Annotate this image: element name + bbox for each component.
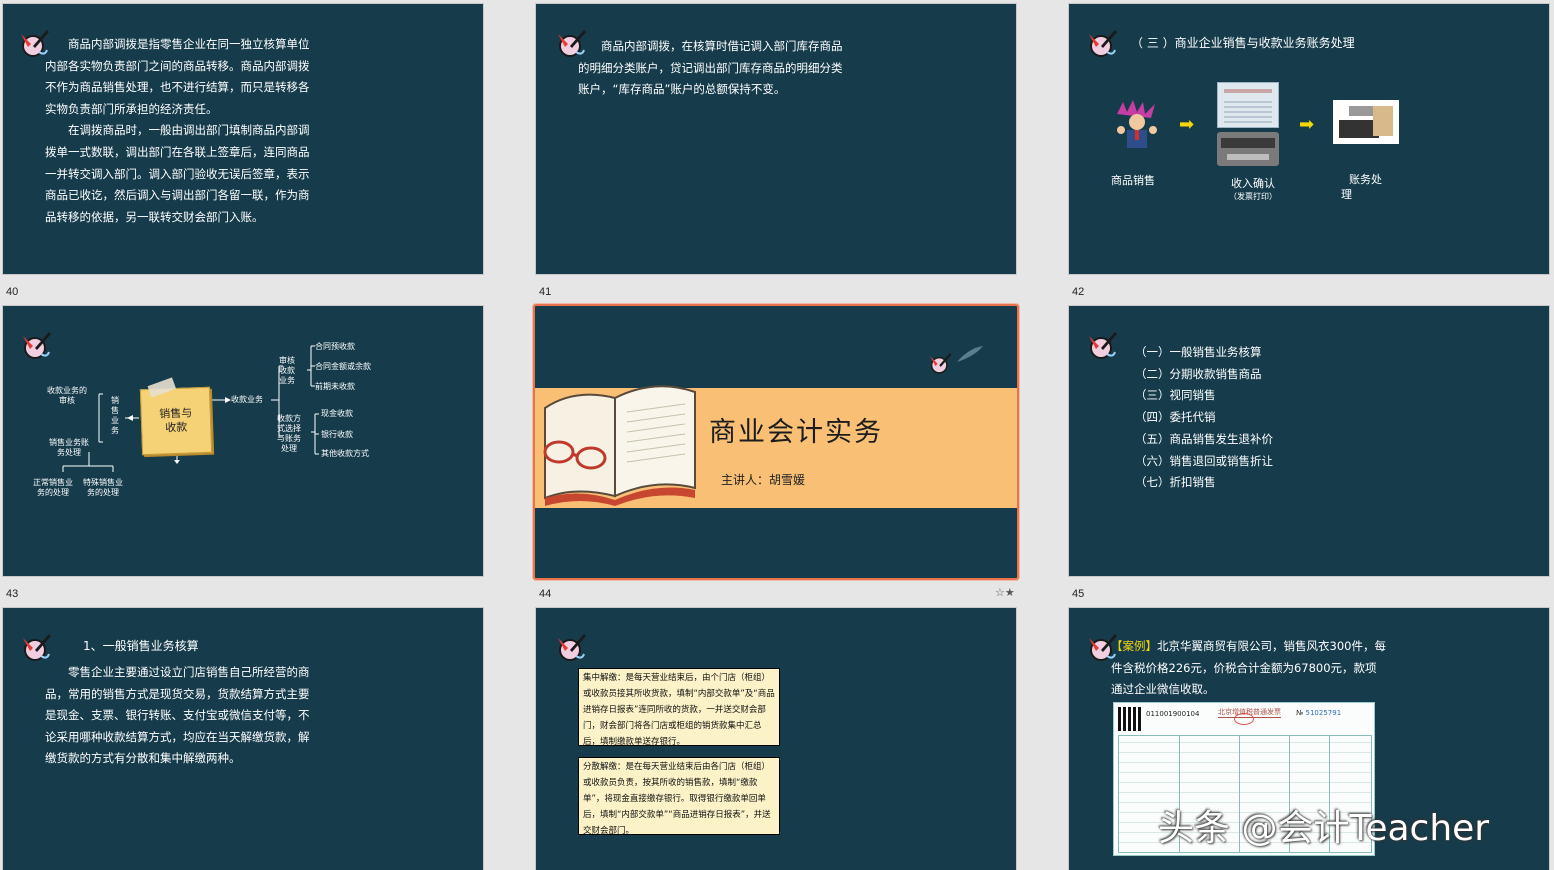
printer-illustration [1217, 132, 1279, 166]
slide-number: 42 [1072, 286, 1085, 298]
paragraph: 在调拨商品时，一般由调出部门填制商品内部调拨单一式数联，调出部门在各联上签章后，… [45, 123, 310, 224]
slide-number: 45 [1072, 588, 1085, 600]
quill-logo-icon [558, 634, 586, 661]
presentation-title: 商业会计实务 [709, 417, 883, 448]
mindmap-node-review: 收款业务的 审核 [47, 386, 87, 405]
slide-thumbnail-42[interactable]: （ 三 ）商业企业销售与收款业务账务处理 ➡ ➡ 商品销售 收入确认 （发票打印… [1068, 3, 1550, 275]
mindmap-node-collection: 收款业务 [231, 395, 263, 404]
invoice-code: 011001900104 [1146, 710, 1200, 718]
slide-number: 43 [6, 588, 19, 600]
paragraph: 零售企业主要通过设立门店销售自己所经营的商品，常用的销售方式是现货交易，货款结算… [45, 665, 310, 766]
slide-thumbnail-46[interactable]: 1、一般销售业务核算 零售企业主要通过设立门店销售自己所经营的商品，常用的销售方… [2, 607, 484, 870]
slide-transition-star-icon[interactable]: ☆★ [995, 586, 1015, 599]
slide-heading: （ 三 ）商业企业销售与收款业务账务处理 [1131, 36, 1355, 50]
slide-thumbnail-43[interactable]: 销售与 收款 收款业务的 审核 销 售 业 务 销售业务账 务处理 正常销售业 … [2, 305, 484, 577]
note-box-decentralized: 分散解缴：是在每天营业结束后由各门店（柜组）或收款员负责，按其所收的销售款，填制… [578, 757, 780, 836]
mindmap-leaf: 其他收款方式 [321, 449, 369, 458]
flow-step-accounting: 账务处 理 [1341, 173, 1382, 201]
quill-logo-icon [23, 634, 51, 661]
contents-item: （五）商品销售发生退补价 [1135, 431, 1273, 446]
mindmap-leaf: 合同金额或余款 [315, 362, 371, 371]
quill-logo-icon [1089, 30, 1117, 57]
slide-heading: 1、一般销售业务核算 [83, 639, 199, 653]
cash-register-illustration [1333, 100, 1399, 144]
mindmap-node-review-collection: 审核 收款 业务 [279, 356, 295, 385]
mindmap-node-special-sales: 特殊销售业 务的处理 [83, 478, 123, 497]
mindmap-leaf: 现金收款 [321, 409, 353, 418]
case-text: 【案例】北京华翼商贸有限公司，销售风衣300件，每件含税价格226元，价税合计金… [1111, 639, 1386, 696]
slide-body-text: 商品内部调拨是指零售企业在同一独立核算单位内部各实物负责部门之间的商品转移。商品… [45, 34, 315, 228]
contents-item: （四）委托代销 [1135, 410, 1216, 425]
case-label: 【案例】 [1111, 639, 1157, 653]
watermark-text: 头条 @会计Teacher [1158, 808, 1490, 849]
invoice-paper-illustration [1217, 82, 1279, 128]
paragraph: 商品内部调拨是指零售企业在同一独立核算单位内部各实物负责部门之间的商品转移。商品… [45, 37, 310, 116]
invoice-number: № 51025791 [1296, 709, 1342, 717]
mindmap-node-sales-business: 销 售 业 务 [111, 396, 119, 435]
open-book-with-glasses-illustration [543, 385, 696, 506]
contents-list: （一）一般销售业务核算 （二）分期收款销售商品 （三）视同销售 （四）委托代销 … [1135, 342, 1273, 494]
slide-number: 44 [539, 588, 552, 600]
contents-item: （七）折扣销售 [1135, 475, 1216, 490]
slide-body-text: 商品内部调拨，在核算时借记调入部门库存商品的明细分类账户，贷记调出部门库存商品的… [578, 36, 848, 101]
quill-logo-icon [930, 353, 952, 374]
contents-item: （一）一般销售业务核算 [1135, 345, 1262, 359]
flow-arrow-icon: ➡ [1179, 114, 1195, 135]
slide-thumbnail-47[interactable]: 集中解缴：是每天营业结束后，由个门店（柜组）或收款员接其所收货款，填制“内部交款… [535, 607, 1017, 870]
mindmap-leaf: 银行收款 [321, 430, 353, 439]
contents-item: （二）分期收款销售商品 [1135, 366, 1262, 381]
mindmap-leaf: 前期未收款 [315, 382, 355, 391]
flow-arrow-icon: ➡ [1299, 114, 1315, 135]
mindmap-node-normal-sales: 正常销售业 务的处理 [33, 478, 73, 497]
flow-step-revenue-sub: （发票打印） [1229, 192, 1277, 201]
slide-thumbnail-41[interactable]: 商品内部调拨，在核算时借记调入部门库存商品的明细分类账户，贷记调出部门库存商品的… [535, 3, 1017, 275]
slide-number: 41 [539, 286, 552, 298]
salesperson-illustration-icon [1113, 100, 1161, 148]
mindmap-center-note: 销售与 收款 [139, 377, 213, 456]
contents-item: （六）销售退回或销售折让 [1135, 453, 1273, 468]
qr-code-icon [1118, 707, 1142, 731]
invoice-seal-icon [1234, 713, 1254, 725]
feather-icon [957, 346, 983, 362]
flow-step-revenue: 收入确认 [1231, 177, 1275, 190]
slide-thumbnail-44-selected[interactable]: 商业会计实务 主讲人：胡雪媛 [533, 304, 1019, 580]
quill-logo-icon [1089, 332, 1117, 359]
slide-body-text: 零售企业主要通过设立门店销售自己所经营的商品，常用的销售方式是现货交易，货款结算… [45, 662, 311, 770]
presenter-name: 主讲人：胡雪媛 [721, 473, 806, 487]
paragraph: 商品内部调拨，在核算时借记调入部门库存商品的明细分类账户，贷记调出部门库存商品的… [578, 39, 843, 97]
mindmap-node-methods: 收款方 式选择 与账务 处理 [277, 414, 301, 453]
note-box-centralized: 集中解缴：是每天营业结束后，由个门店（柜组）或收款员接其所收货款，填制“内部交款… [578, 668, 780, 747]
slide-thumbnail-45[interactable]: （一）一般销售业务核算 （二）分期收款销售商品 （三）视同销售 （四）委托代销 … [1068, 305, 1550, 577]
mindmap-leaf: 合同预收款 [315, 342, 355, 351]
slide-number: 40 [6, 286, 19, 298]
mindmap-node-accounting: 销售业务账 务处理 [49, 438, 89, 457]
slide-thumbnail-40[interactable]: 商品内部调拨是指零售企业在同一独立核算单位内部各实物负责部门之间的商品转移。商品… [2, 3, 484, 275]
contents-item: （三）视同销售 [1135, 388, 1216, 403]
flow-step-sales: 商品销售 [1111, 174, 1155, 187]
